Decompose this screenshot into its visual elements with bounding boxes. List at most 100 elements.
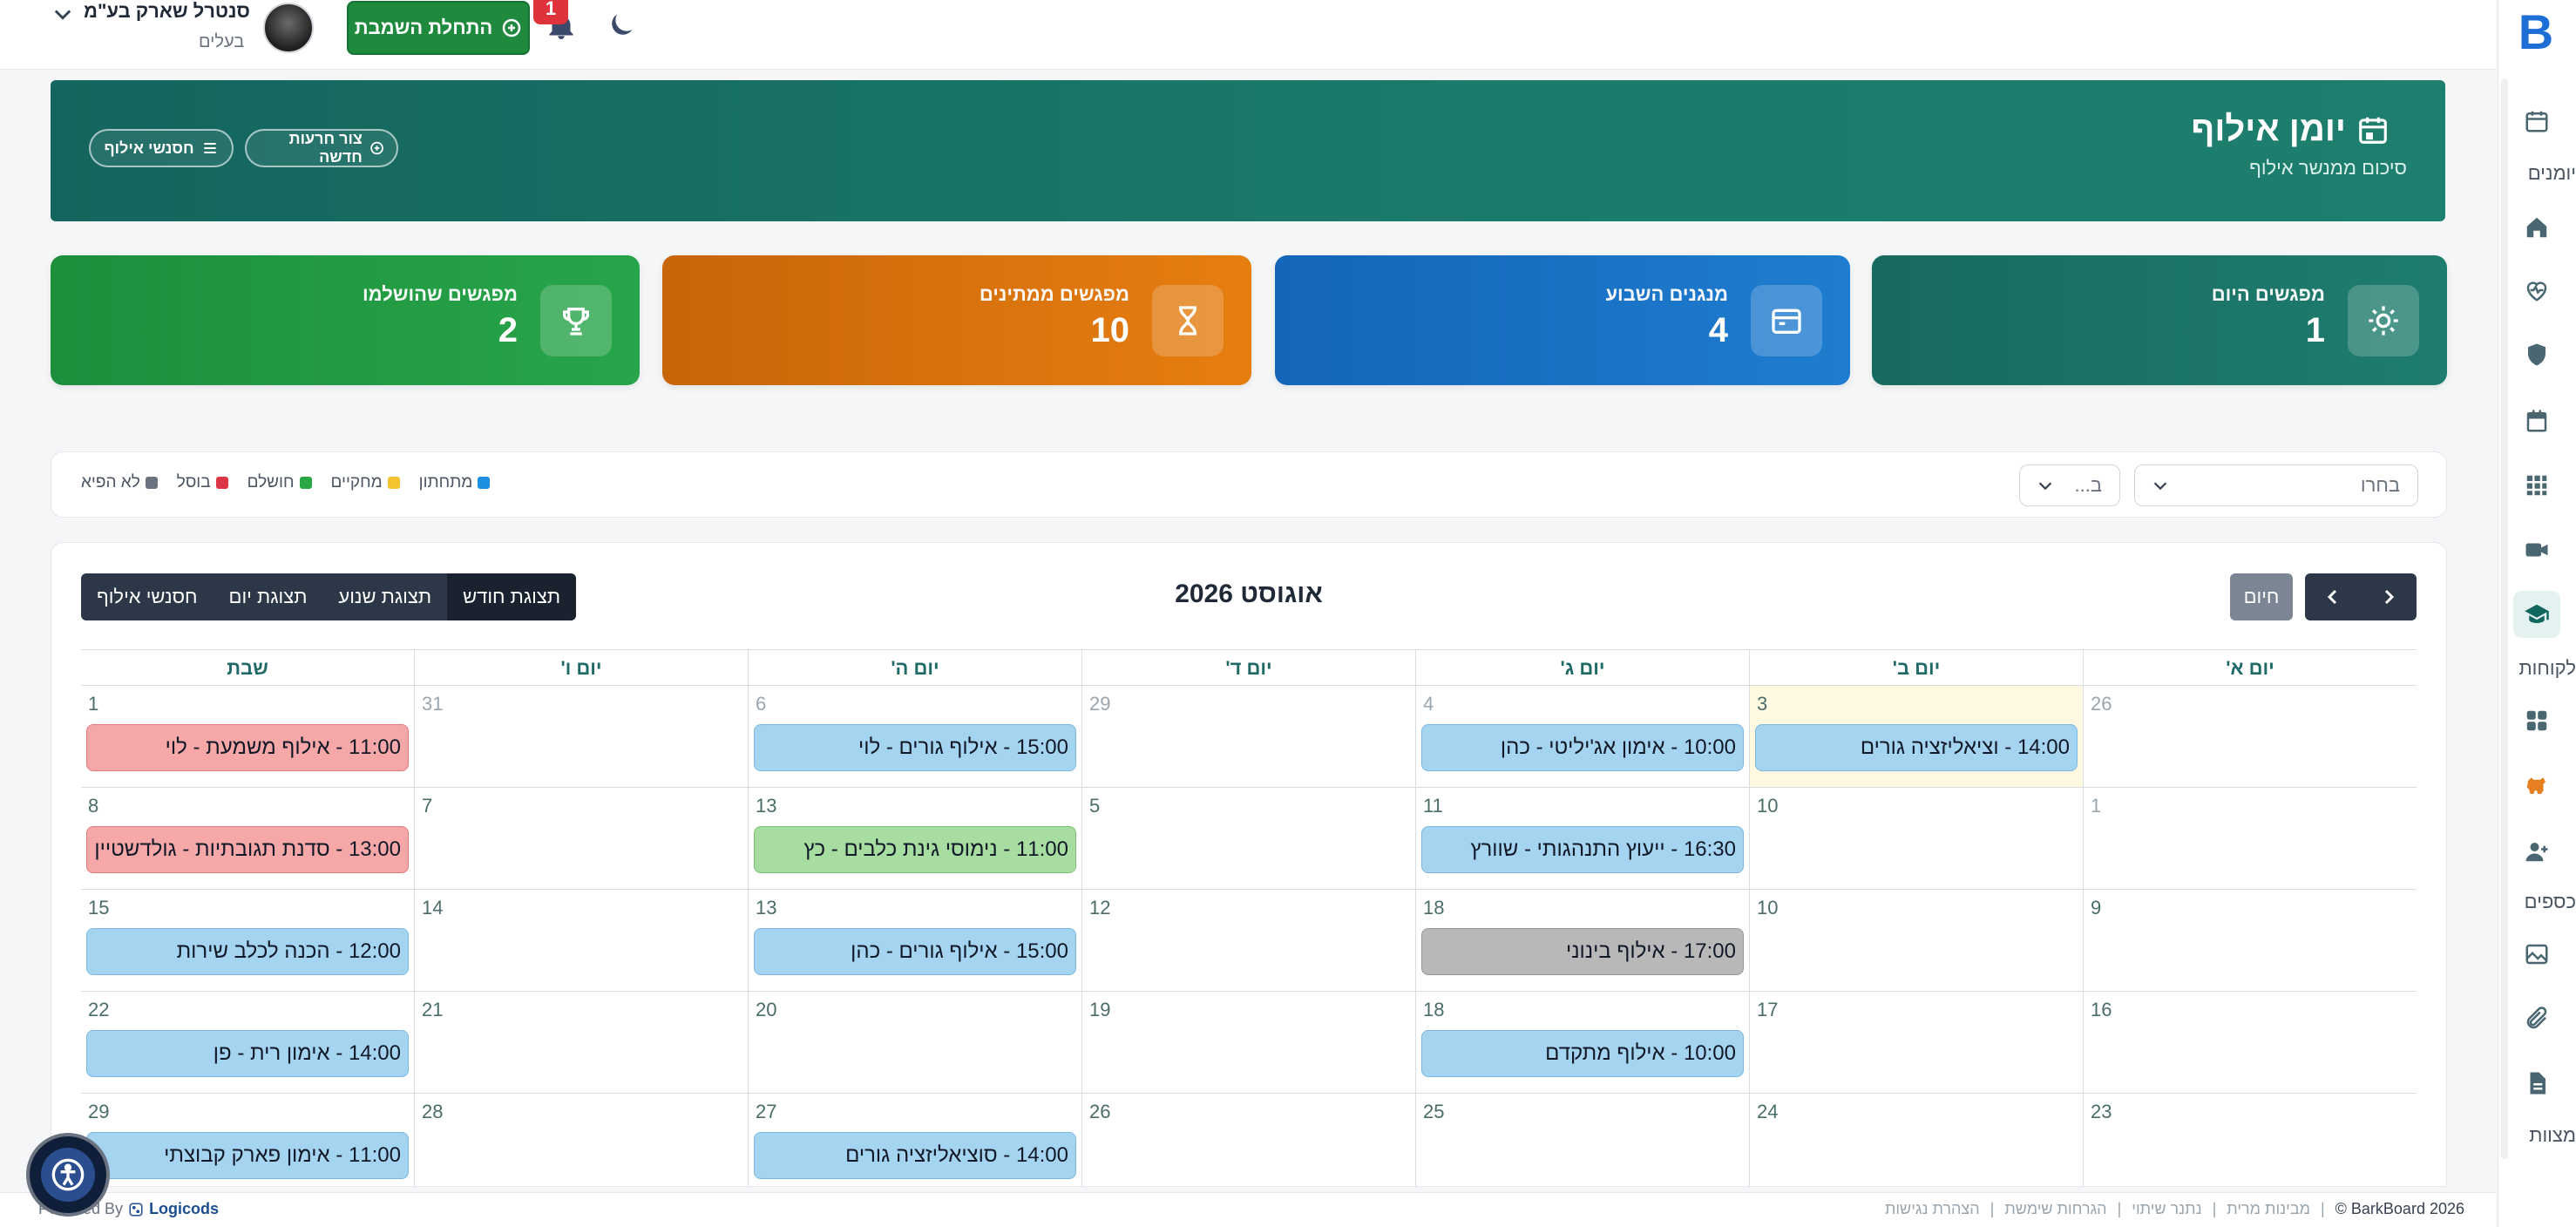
day-cell[interactable]: 17 — [1749, 992, 2083, 1093]
day-cell[interactable]: 25 — [1415, 1094, 1749, 1186]
new-session-button[interactable]: צור חרעות חדשה — [245, 129, 398, 167]
day-cell[interactable]: 16 — [2083, 992, 2417, 1093]
tab-training-sessions[interactable]: חסנשי אילוף — [81, 573, 214, 620]
calendar-event[interactable]: 13:00 - סדנת תגובתיות - גולדשטיין — [86, 826, 409, 873]
day-cell[interactable]: 14 — [414, 890, 748, 991]
sun-icon — [2348, 285, 2419, 356]
day-cell[interactable]: 3 14:00 - וציאליזציה גורים — [1749, 686, 2083, 787]
footer-link[interactable]: הצהרת נגישות — [1885, 1200, 1980, 1218]
calendar-event[interactable]: 12:00 - הכנה לכלב שירות — [86, 928, 409, 975]
day-cell[interactable]: 11 16:30 - ייעוץ התנהגותי - שוורץ — [1415, 788, 1749, 889]
dog-icon[interactable] — [2513, 762, 2560, 809]
avatar[interactable] — [263, 3, 314, 53]
paperclip-icon[interactable] — [2513, 995, 2560, 1042]
training-sessions-button[interactable]: חסנשי אילוף — [89, 129, 234, 167]
today-button[interactable]: חיום — [2230, 573, 2293, 620]
document-icon[interactable] — [2513, 1060, 2560, 1107]
calendar-event[interactable]: 14:00 - וציאליזציה גורים — [1755, 724, 2078, 771]
day-cell[interactable]: 10 — [1749, 890, 2083, 991]
calendar-event[interactable]: 14:00 - אימון רית - פן — [86, 1030, 409, 1077]
app-logo[interactable]: B — [2508, 3, 2564, 59]
moon-icon[interactable] — [605, 9, 638, 42]
calendar-icon[interactable] — [2513, 98, 2560, 145]
day-cell[interactable]: 26 — [2083, 686, 2417, 787]
page-title-text: יומן אילוף — [2191, 110, 2346, 148]
calendar-check-icon[interactable] — [2513, 397, 2560, 444]
footer-link[interactable]: מבינות מרית — [2227, 1200, 2310, 1218]
day-cell[interactable]: 5 — [1081, 788, 1415, 889]
tab-month-view[interactable]: תצוגת חודש — [447, 573, 577, 620]
status-select[interactable]: ב... — [2019, 464, 2120, 506]
day-cell[interactable]: 4 10:00 - אימון אג'יליטי - כהן — [1415, 686, 1749, 787]
list-icon — [203, 142, 216, 154]
calendar-event[interactable]: 11:00 - אימון פארק קבוצתי — [86, 1132, 409, 1179]
heart-pulse-icon[interactable] — [2513, 267, 2560, 314]
accessibility-icon — [41, 1148, 95, 1202]
page-header-banner: יומן אילוף סיכום ממנשר אילוף צור חרעות ח… — [51, 80, 2445, 221]
org-name[interactable]: סנטרל שארק בע"מ — [84, 0, 250, 23]
legend-label: מחקיים — [330, 473, 383, 491]
calendar-event[interactable]: 15:00 - אילוף גורים - לוי — [754, 724, 1076, 771]
day-cell[interactable]: 1 — [2083, 788, 2417, 889]
home-icon[interactable] — [2513, 204, 2560, 251]
day-cell[interactable]: 27 14:00 - סוציאליזציה גורים — [748, 1094, 1081, 1186]
trainer-select[interactable]: בחרו — [2134, 464, 2418, 506]
tab-week-view[interactable]: תצוגת שנוע — [322, 573, 447, 620]
day-cell[interactable]: 13 15:00 - אילוף גורים - כהן — [748, 890, 1081, 991]
hourglass-icon — [1152, 285, 1224, 356]
weekday-header: יום א' — [2083, 650, 2417, 685]
day-cell[interactable]: 29 11:00 - אימון פארק קבוצתי — [81, 1094, 414, 1186]
day-cell[interactable]: 8 13:00 - סדנת תגובתיות - גולדשטיין — [81, 788, 414, 889]
day-cell[interactable]: 24 — [1749, 1094, 2083, 1186]
day-cell[interactable]: 13 11:00 - נימוסי גינת כלבים - כץ — [748, 788, 1081, 889]
day-cell[interactable]: 7 — [414, 788, 748, 889]
logicods-logo-icon — [129, 1203, 143, 1216]
day-cell[interactable]: 28 — [414, 1094, 748, 1186]
chevron-down-icon[interactable] — [51, 2, 75, 26]
day-cell[interactable]: 18 17:00 - אילוף בינוני — [1415, 890, 1749, 991]
shield-icon[interactable] — [2513, 331, 2560, 378]
day-cell[interactable]: 31 — [414, 686, 748, 787]
image-icon[interactable] — [2513, 931, 2560, 978]
prev-month-button[interactable] — [2305, 573, 2361, 620]
day-number: 13 — [756, 897, 777, 919]
calendar-event[interactable]: 17:00 - אילוף בינוני — [1421, 928, 1744, 975]
page-subtitle: סיכום ממנשר אילוף — [2249, 157, 2407, 179]
day-cell[interactable]: 12 — [1081, 890, 1415, 991]
apps-icon[interactable] — [2513, 697, 2560, 744]
day-cell[interactable]: 22 14:00 - אימון רית - פן — [81, 992, 414, 1093]
add-user-icon[interactable] — [2513, 828, 2560, 875]
day-cell[interactable]: 29 — [1081, 686, 1415, 787]
footer-link[interactable]: נתנר שיתוי — [2132, 1200, 2201, 1218]
day-cell[interactable]: 19 — [1081, 992, 1415, 1093]
grid-icon[interactable] — [2513, 462, 2560, 509]
day-cell[interactable]: 18 10:00 - אילוף מתקדם — [1415, 992, 1749, 1093]
day-cell[interactable]: 6 15:00 - אילוף גורים - לוי — [748, 686, 1081, 787]
calendar-event[interactable]: 10:00 - אימון אג'יליטי - כהן — [1421, 724, 1744, 771]
day-cell[interactable]: 20 — [748, 992, 1081, 1093]
calendar-event[interactable]: 16:30 - ייעוץ התנהגותי - שוורץ — [1421, 826, 1744, 873]
day-number: 29 — [88, 1101, 110, 1122]
video-icon[interactable] — [2513, 526, 2560, 573]
day-cell[interactable]: 15 12:00 - הכנה לכלב שירות — [81, 890, 414, 991]
calendar-event[interactable]: 14:00 - סוציאליזציה גורים — [754, 1132, 1076, 1179]
footer-link[interactable]: הגרחות שימשת — [2004, 1200, 2106, 1218]
day-cell[interactable]: 1 11:00 - אילוף משמעת - לוי — [81, 686, 414, 787]
sidebar-scrollbar[interactable] — [2501, 78, 2508, 1159]
powered-by-brand[interactable]: Logicods — [149, 1200, 219, 1218]
day-cell[interactable]: 10 — [1749, 788, 2083, 889]
calendar-event[interactable]: 15:00 - אילוף גורים - כהן — [754, 928, 1076, 975]
tab-day-view[interactable]: תצוגת יום — [214, 573, 323, 620]
day-cell[interactable]: 9 — [2083, 890, 2417, 991]
day-cell[interactable]: 21 — [414, 992, 748, 1093]
add-booking-button[interactable]: התחלת השמבת — [347, 1, 530, 55]
day-cell[interactable]: 26 — [1081, 1094, 1415, 1186]
calendar-event[interactable]: 10:00 - אילוף מתקדם — [1421, 1030, 1744, 1077]
graduation-cap-icon[interactable] — [2513, 591, 2560, 638]
calendar-event[interactable]: 11:00 - נימוסי גינת כלבים - כץ — [754, 826, 1076, 873]
day-cell[interactable]: 23 — [2083, 1094, 2417, 1186]
next-month-button[interactable] — [2361, 573, 2417, 620]
accessibility-button[interactable] — [26, 1133, 110, 1217]
calendar-event[interactable]: 11:00 - אילוף משמעת - לוי — [86, 724, 409, 771]
legend-swatch — [478, 477, 491, 489]
